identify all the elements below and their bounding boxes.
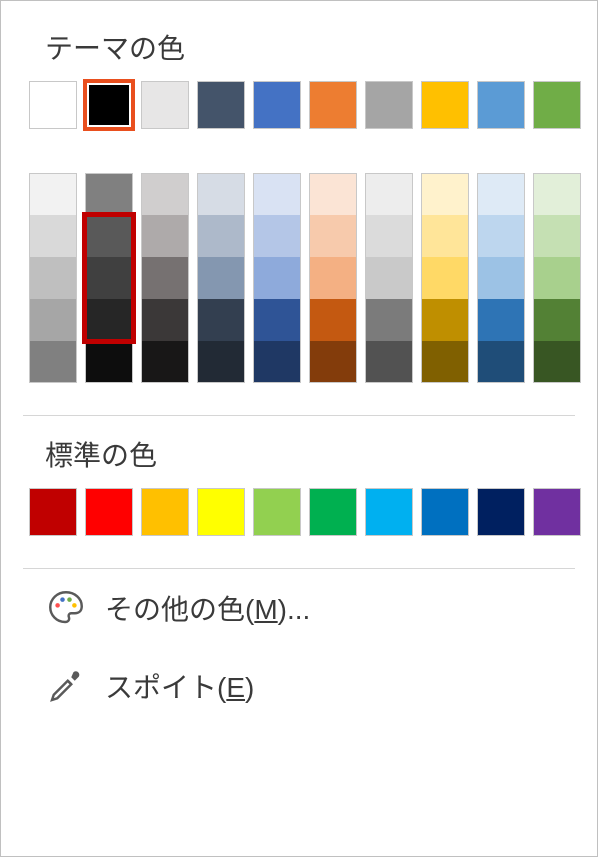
divider xyxy=(23,415,575,416)
shade-swatch[interactable] xyxy=(253,215,301,257)
shade-swatch[interactable] xyxy=(421,173,469,215)
shade-swatch[interactable] xyxy=(29,173,77,215)
shade-swatch[interactable] xyxy=(197,341,245,383)
theme-color-row xyxy=(29,81,583,129)
theme-swatch-light-blue[interactable] xyxy=(477,81,525,129)
shade-swatch[interactable] xyxy=(421,341,469,383)
palette-icon xyxy=(45,587,87,629)
shade-swatch[interactable] xyxy=(253,299,301,341)
shade-swatch[interactable] xyxy=(29,257,77,299)
theme-swatch-green[interactable] xyxy=(533,81,581,129)
shade-swatch[interactable] xyxy=(253,341,301,383)
shade-swatch[interactable] xyxy=(197,173,245,215)
shade-swatch[interactable] xyxy=(421,257,469,299)
shade-column xyxy=(421,173,469,383)
shade-column xyxy=(85,173,133,383)
shade-swatch[interactable] xyxy=(477,215,525,257)
shade-swatch[interactable] xyxy=(85,341,133,383)
eyedropper-icon xyxy=(45,665,87,707)
standard-swatch-red[interactable] xyxy=(85,488,133,536)
shade-column xyxy=(533,173,581,383)
shade-swatch[interactable] xyxy=(365,341,413,383)
shade-swatch[interactable] xyxy=(365,173,413,215)
theme-swatch-dark-blue-gray[interactable] xyxy=(197,81,245,129)
shade-swatch[interactable] xyxy=(533,215,581,257)
shade-swatch[interactable] xyxy=(253,173,301,215)
theme-swatch-light-gray[interactable] xyxy=(141,81,189,129)
shade-swatch[interactable] xyxy=(477,173,525,215)
shade-swatch[interactable] xyxy=(477,341,525,383)
shade-swatch[interactable] xyxy=(141,257,189,299)
shade-swatch[interactable] xyxy=(141,215,189,257)
shade-swatch[interactable] xyxy=(85,299,133,341)
more-colors-button[interactable]: その他の色(M)... xyxy=(15,569,583,647)
standard-color-row xyxy=(29,488,583,536)
shade-swatch[interactable] xyxy=(533,257,581,299)
shade-swatch[interactable] xyxy=(29,341,77,383)
shade-swatch[interactable] xyxy=(309,173,357,215)
shade-swatch[interactable] xyxy=(29,299,77,341)
theme-swatch-orange[interactable] xyxy=(309,81,357,129)
shade-swatch[interactable] xyxy=(309,257,357,299)
standard-colors-title: 標準の色 xyxy=(45,434,583,474)
shade-swatch[interactable] xyxy=(85,257,133,299)
shade-swatch[interactable] xyxy=(365,215,413,257)
standard-swatch-dark-red[interactable] xyxy=(29,488,77,536)
shade-swatch[interactable] xyxy=(141,173,189,215)
shade-column xyxy=(309,173,357,383)
shade-column xyxy=(253,173,301,383)
shade-swatch[interactable] xyxy=(477,257,525,299)
shade-swatch[interactable] xyxy=(253,257,301,299)
shade-swatch[interactable] xyxy=(533,299,581,341)
standard-swatch-orange[interactable] xyxy=(141,488,189,536)
shade-swatch[interactable] xyxy=(309,341,357,383)
shade-swatch[interactable] xyxy=(533,173,581,215)
shade-column xyxy=(141,173,189,383)
theme-colors-title: テーマの色 xyxy=(45,27,583,67)
shade-swatch[interactable] xyxy=(533,341,581,383)
shade-swatch[interactable] xyxy=(421,299,469,341)
shade-swatch[interactable] xyxy=(477,299,525,341)
theme-swatch-white[interactable] xyxy=(29,81,77,129)
theme-swatch-gold[interactable] xyxy=(421,81,469,129)
shade-column xyxy=(197,173,245,383)
shade-swatch[interactable] xyxy=(141,299,189,341)
standard-swatch-dark-blue[interactable] xyxy=(477,488,525,536)
shade-swatch[interactable] xyxy=(365,299,413,341)
more-colors-label: その他の色(M)... xyxy=(105,588,310,628)
shade-swatch[interactable] xyxy=(197,257,245,299)
eyedropper-button[interactable]: スポイト(E) xyxy=(15,647,583,725)
shade-swatch[interactable] xyxy=(197,299,245,341)
standard-swatch-light-blue[interactable] xyxy=(365,488,413,536)
shade-column xyxy=(29,173,77,383)
standard-swatch-yellow[interactable] xyxy=(197,488,245,536)
shade-swatch[interactable] xyxy=(85,215,133,257)
shade-swatch[interactable] xyxy=(421,215,469,257)
theme-swatch-gray[interactable] xyxy=(365,81,413,129)
theme-shade-grid xyxy=(29,173,583,383)
standard-swatch-purple[interactable] xyxy=(533,488,581,536)
shade-swatch[interactable] xyxy=(309,215,357,257)
theme-swatch-blue[interactable] xyxy=(253,81,301,129)
shade-column xyxy=(477,173,525,383)
shade-swatch[interactable] xyxy=(29,215,77,257)
standard-swatch-blue[interactable] xyxy=(421,488,469,536)
shade-swatch[interactable] xyxy=(309,299,357,341)
shade-swatch[interactable] xyxy=(85,173,133,215)
standard-swatch-light-green[interactable] xyxy=(253,488,301,536)
theme-swatch-black[interactable] xyxy=(85,81,133,129)
shade-swatch[interactable] xyxy=(365,257,413,299)
standard-swatch-green[interactable] xyxy=(309,488,357,536)
shade-column xyxy=(365,173,413,383)
eyedropper-label: スポイト(E) xyxy=(105,666,254,706)
shade-swatch[interactable] xyxy=(197,215,245,257)
shade-swatch[interactable] xyxy=(141,341,189,383)
